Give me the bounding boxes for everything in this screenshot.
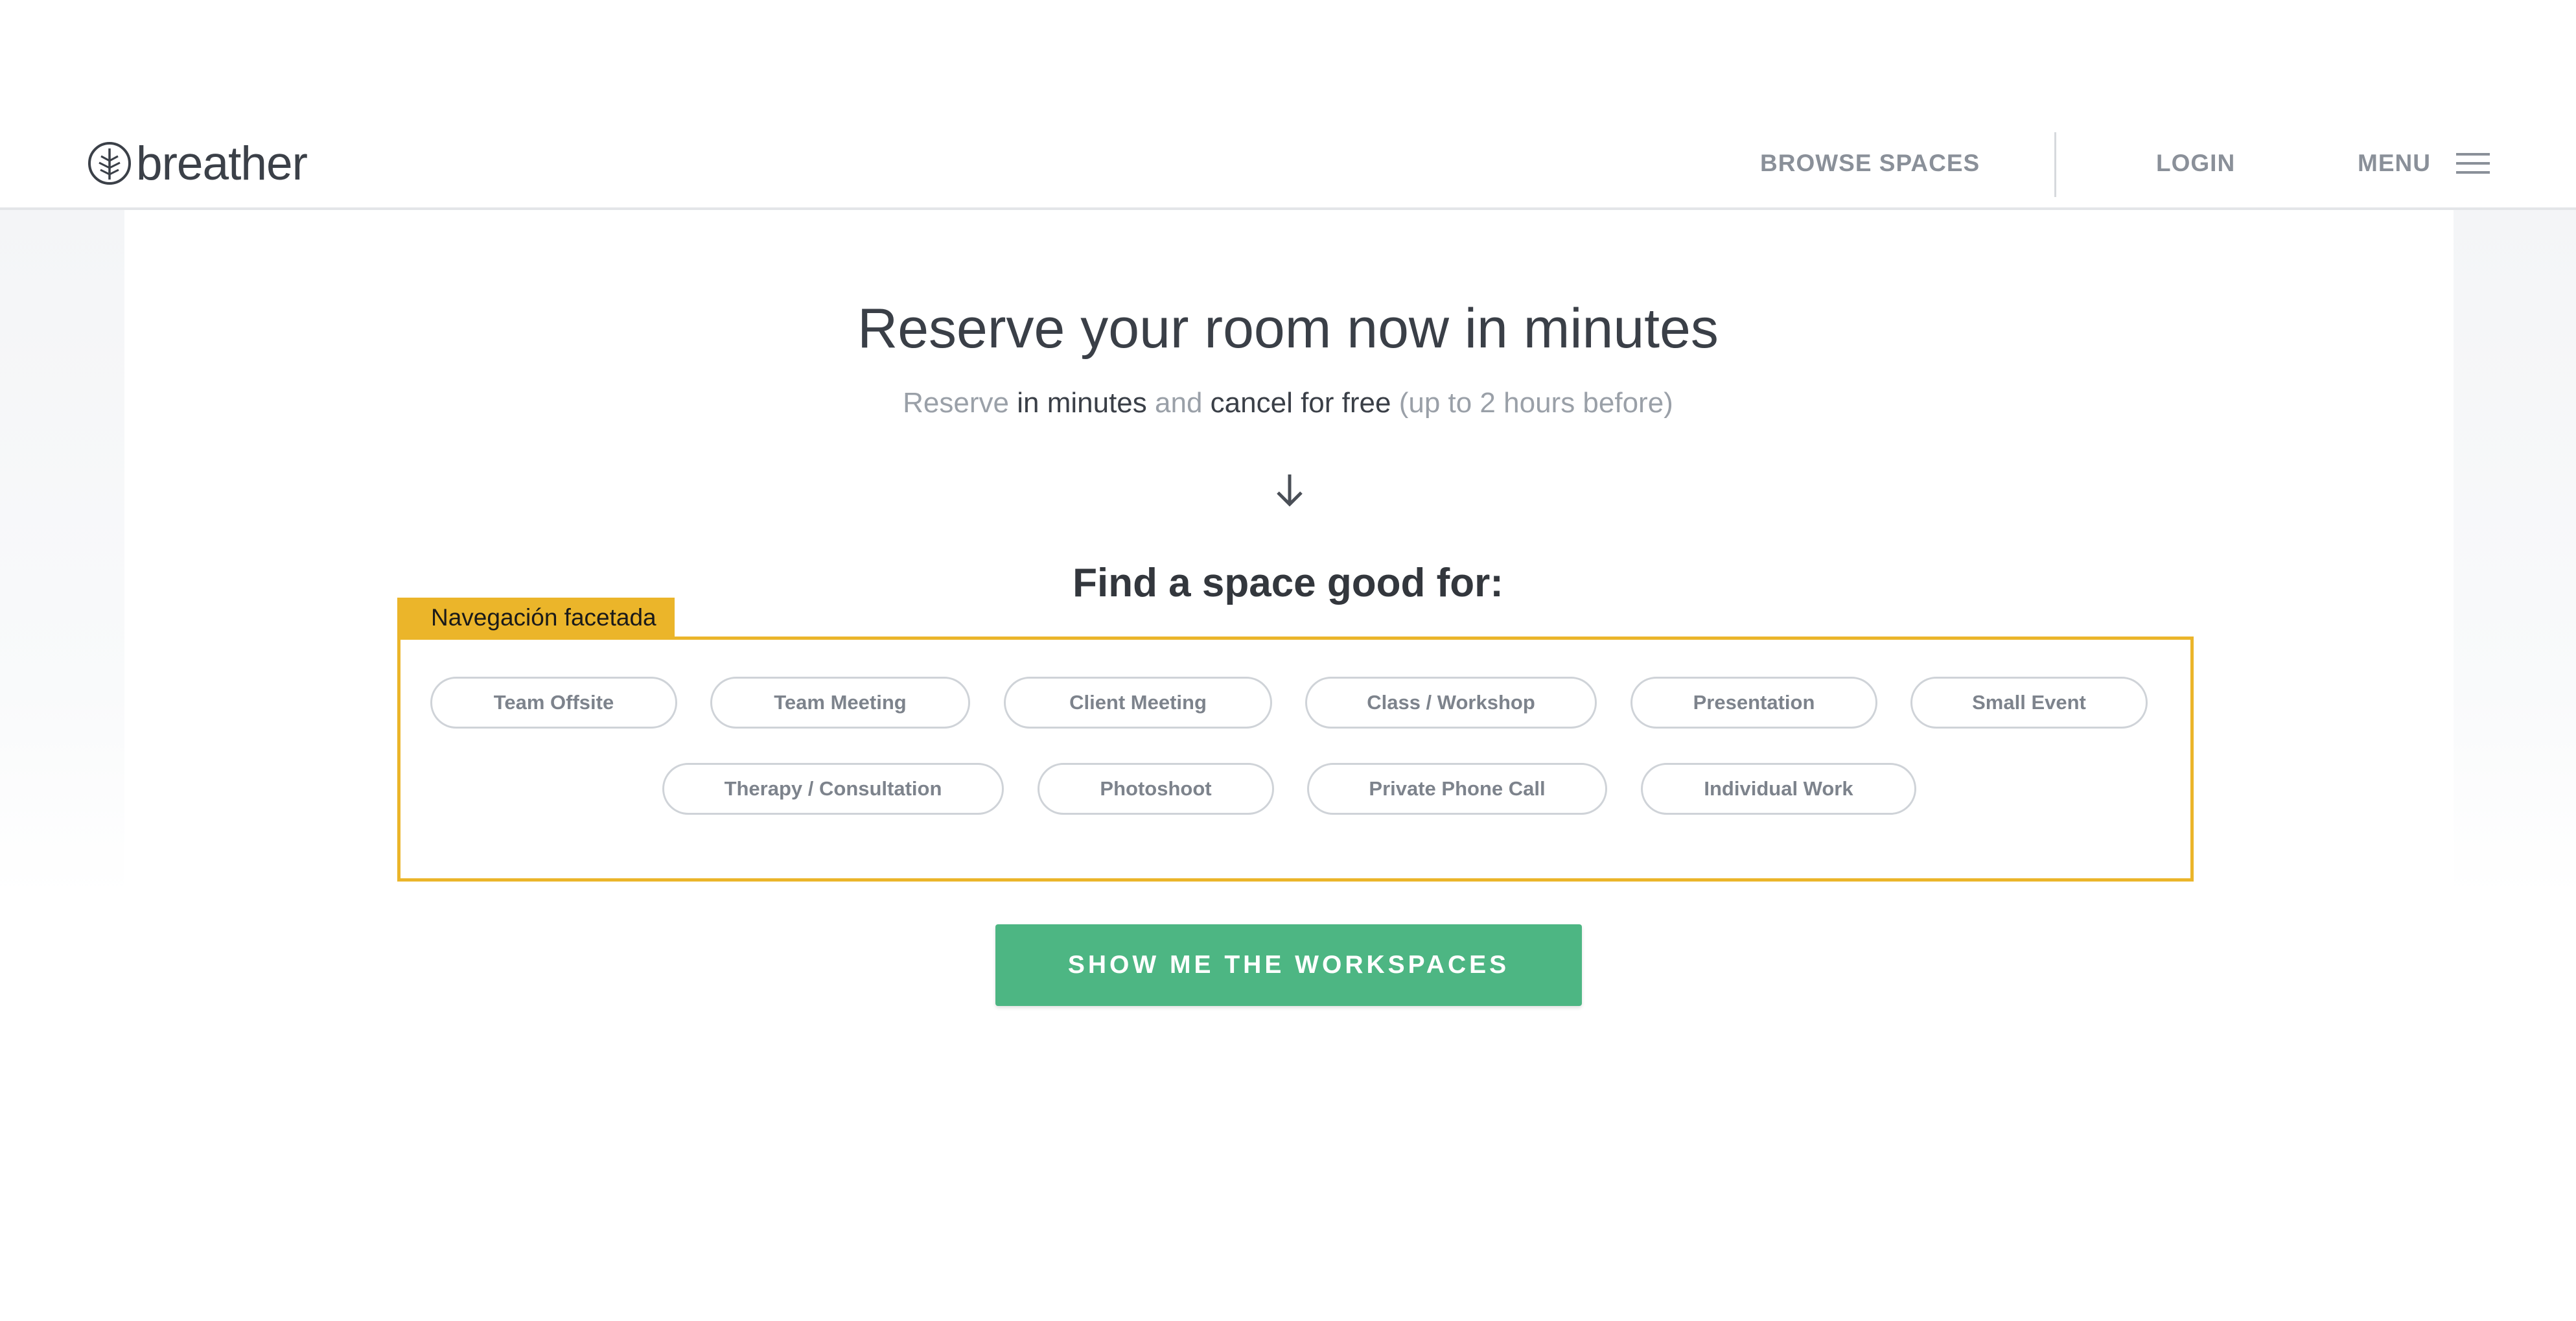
breather-logo-icon — [88, 142, 131, 185]
nav-divider — [2054, 132, 2056, 197]
chip-individual-work[interactable]: Individual Work — [1641, 763, 1916, 815]
brand-name: breather — [136, 137, 308, 190]
login-link[interactable]: LOGIN — [2156, 148, 2235, 179]
page-title: Reserve your room now in minutes — [857, 298, 1719, 360]
site-header: breather BROWSE SPACES LOGIN MENU — [0, 0, 2576, 210]
chip-photoshoot[interactable]: Photoshoot — [1038, 763, 1274, 815]
show-workspaces-button[interactable]: SHOW ME THE WORKSPACES — [995, 924, 1582, 1006]
browse-spaces-link[interactable]: BROWSE SPACES — [1760, 148, 1980, 179]
subtitle-part: and — [1146, 387, 1211, 419]
menu-button-label[interactable]: MENU — [2358, 148, 2431, 179]
finder-title: Find a space good for: — [1073, 561, 1503, 605]
chip-client-meeting[interactable]: Client Meeting — [1004, 677, 1272, 729]
subtitle-part: (up to 2 hours before) — [1391, 387, 1673, 419]
hamburger-menu-icon[interactable] — [2456, 153, 2490, 174]
arrow-down-icon — [1277, 474, 1303, 507]
faceted-navigation-box — [397, 637, 2194, 882]
chip-team-offsite[interactable]: Team Offsite — [430, 677, 677, 729]
subtitle-part: Reserve — [903, 387, 1017, 419]
subtitle-emphasis: cancel for free — [1210, 387, 1391, 419]
chip-private-phone-call[interactable]: Private Phone Call — [1307, 763, 1607, 815]
subtitle-emphasis: in minutes — [1017, 387, 1147, 419]
brand-logo[interactable]: breather — [87, 137, 308, 190]
chip-team-meeting[interactable]: Team Meeting — [710, 677, 970, 729]
chip-therapy-consultation[interactable]: Therapy / Consultation — [662, 763, 1004, 815]
chip-small-event[interactable]: Small Event — [1910, 677, 2148, 729]
page-subtitle: Reserve in minutes and cancel for free (… — [0, 384, 2576, 423]
annotation-label: Navegación facetada — [397, 598, 675, 638]
chip-presentation[interactable]: Presentation — [1630, 677, 1877, 729]
chip-class-workshop[interactable]: Class / Workshop — [1305, 677, 1597, 729]
